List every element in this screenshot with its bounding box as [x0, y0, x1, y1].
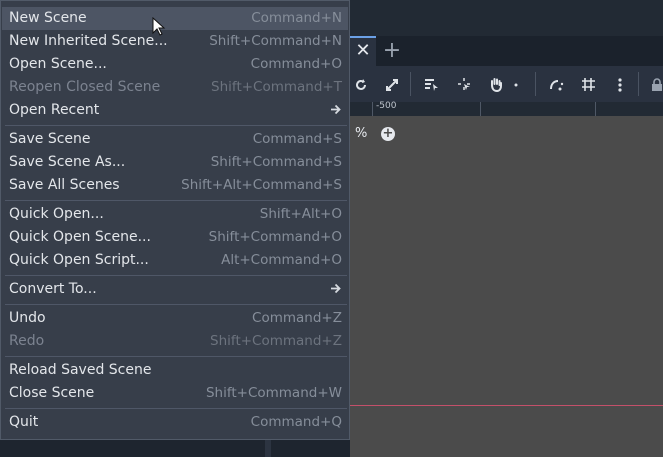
- menu-item-quick-open-scene[interactable]: Quick Open Scene... Shift+Command+O: [2, 226, 348, 249]
- menu-item-label: Redo: [9, 333, 45, 349]
- menu-item-quick-open-script[interactable]: Quick Open Script... Alt+Command+O: [2, 249, 348, 272]
- menu-item-label: Quick Open Scene...: [9, 229, 151, 245]
- ruler-tick: [480, 102, 481, 116]
- menu-item-label: Save Scene As...: [9, 154, 126, 170]
- menu-item-label: Open Recent: [9, 102, 100, 118]
- menu-separator: [5, 408, 347, 409]
- ruler-label: -500: [376, 101, 397, 111]
- menu-item-shortcut: Command+N: [251, 10, 342, 26]
- grid-snap-icon[interactable]: [577, 66, 599, 102]
- menu-separator: [5, 200, 347, 201]
- scale-icon[interactable]: [381, 66, 403, 102]
- menu-separator: [5, 275, 347, 276]
- menu-item-undo[interactable]: Undo Command+Z: [2, 307, 348, 330]
- zoom-level[interactable]: %: [355, 126, 367, 141]
- menu-item-shortcut: Command+O: [250, 56, 342, 72]
- menu-item-shortcut: Command+S: [252, 131, 342, 147]
- more-options-icon[interactable]: [609, 66, 631, 102]
- toolbar-separator: [410, 72, 411, 96]
- menu-item-save-scene[interactable]: Save Scene Command+S: [2, 128, 348, 151]
- menu-item-quick-open[interactable]: Quick Open... Shift+Alt+O: [2, 203, 348, 226]
- menu-item-save-all-scenes[interactable]: Save All Scenes Shift+Alt+Command+S: [2, 174, 348, 197]
- menu-item-shortcut: Command+Q: [250, 414, 342, 430]
- menu-item-shortcut: Command+Z: [252, 310, 342, 326]
- menu-item-shortcut: Shift+Command+O: [208, 229, 342, 245]
- menu-separator: [5, 304, 347, 305]
- menu-item-save-scene-as[interactable]: Save Scene As... Shift+Command+S: [2, 151, 348, 174]
- menu-item-label: Quick Open...: [9, 206, 104, 222]
- menu-item-label: New Scene: [9, 10, 87, 26]
- rotate-icon[interactable]: [350, 66, 372, 102]
- zoom-in-button[interactable]: +: [381, 127, 395, 141]
- menu-item-new-inherited-scene[interactable]: New Inherited Scene... Shift+Command+N: [2, 30, 348, 53]
- menu-item-shortcut: Shift+Command+N: [209, 33, 342, 49]
- menu-item-label: Open Scene...: [9, 56, 107, 72]
- list-select-icon[interactable]: [420, 66, 442, 102]
- menu-item-reload-saved-scene[interactable]: Reload Saved Scene: [2, 359, 348, 382]
- menu-item-label: Reload Saved Scene: [9, 362, 152, 378]
- submenu-arrow-icon: [330, 278, 341, 301]
- toolbar-separator: [638, 72, 639, 96]
- menu-item-redo: Redo Shift+Command+Z: [2, 330, 348, 353]
- menu-item-label: Quit: [9, 414, 39, 430]
- pivot-icon[interactable]: [453, 66, 475, 102]
- ruler-tool-icon[interactable]: [510, 66, 522, 102]
- menu-item-close-scene[interactable]: Close Scene Shift+Command+W: [2, 382, 348, 405]
- menu-item-open-scene[interactable]: Open Scene... Command+O: [2, 53, 348, 76]
- menu-item-label: Quick Open Script...: [9, 252, 149, 268]
- toolbar-separator: [535, 72, 536, 96]
- ruler-tick: [595, 102, 596, 116]
- menu-item-label: Convert To...: [9, 281, 97, 297]
- menu-item-shortcut: Shift+Command+W: [205, 385, 342, 401]
- menu-item-shortcut: Shift+Command+T: [211, 79, 342, 95]
- menu-item-shortcut: Alt+Command+O: [221, 252, 342, 268]
- submenu-arrow-icon: [330, 99, 341, 122]
- menu-item-label: Save All Scenes: [9, 177, 120, 193]
- scene-menu-popup: New Scene Command+N New Inherited Scene.…: [0, 0, 350, 440]
- ruler-tick: [372, 102, 373, 116]
- menu-item-new-scene[interactable]: New Scene Command+N: [2, 7, 348, 30]
- mouse-cursor-icon: [152, 16, 166, 37]
- snap-icon[interactable]: [545, 66, 567, 102]
- menu-separator: [5, 356, 347, 357]
- menu-item-shortcut: Shift+Alt+O: [259, 206, 342, 222]
- close-tab-button[interactable]: ✕: [350, 36, 376, 66]
- bottom-left-panel: [0, 440, 350, 457]
- menu-item-open-recent[interactable]: Open Recent: [2, 99, 348, 122]
- menu-item-label: Undo: [9, 310, 46, 326]
- x-axis-line: [350, 405, 663, 406]
- menu-item-label: Save Scene: [9, 131, 91, 147]
- menu-item-shortcut: Shift+Command+Z: [210, 333, 342, 349]
- panel-splitter[interactable]: [265, 440, 271, 457]
- menu-item-label: New Inherited Scene...: [9, 33, 168, 49]
- add-scene-tab-button[interactable]: +: [381, 37, 403, 65]
- menu-item-quit[interactable]: Quit Command+Q: [2, 411, 348, 434]
- lock-icon[interactable]: [650, 66, 663, 102]
- pan-hand-icon[interactable]: [485, 66, 507, 102]
- menu-separator: [5, 125, 347, 126]
- menu-item-shortcut: Shift+Command+S: [210, 154, 342, 170]
- menu-item-convert-to[interactable]: Convert To...: [2, 278, 348, 301]
- menu-item-label: Reopen Closed Scene: [9, 79, 161, 95]
- menu-item-reopen-closed-scene: Reopen Closed Scene Shift+Command+T: [2, 76, 348, 99]
- horizontal-ruler: [350, 102, 663, 117]
- menu-item-shortcut: Shift+Alt+Command+S: [181, 177, 342, 193]
- menu-item-label: Close Scene: [9, 385, 95, 401]
